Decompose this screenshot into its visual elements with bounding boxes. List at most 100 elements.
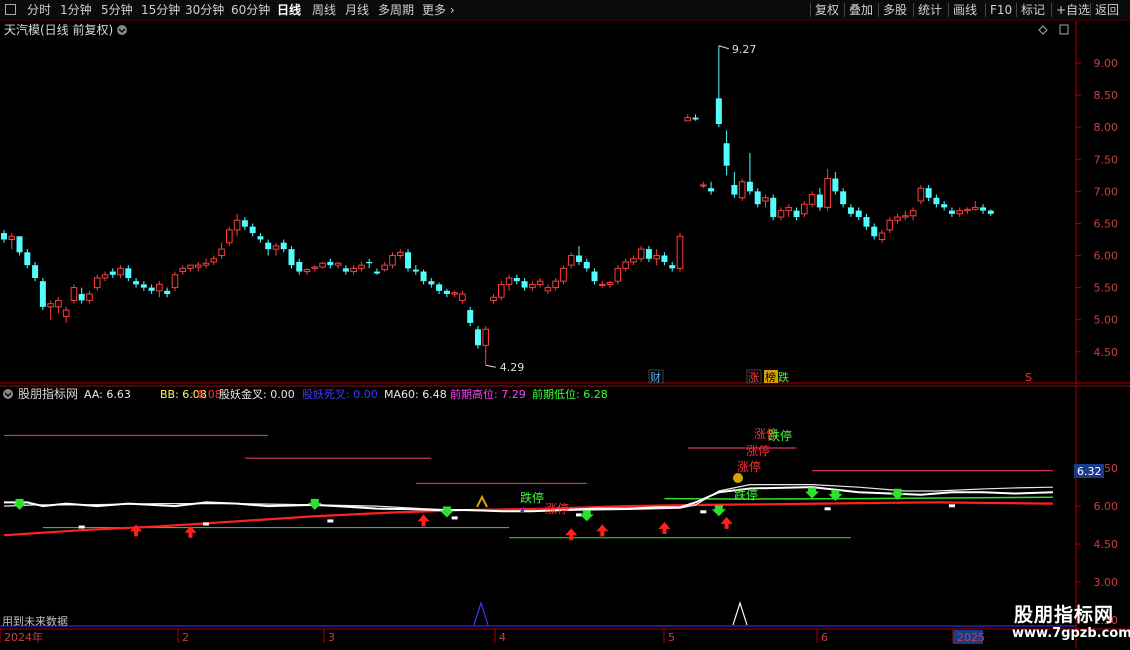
window-menu-icon[interactable] <box>5 4 16 15</box>
candle <box>366 261 373 264</box>
candle <box>591 271 598 282</box>
candle <box>723 143 730 166</box>
candle <box>676 235 684 269</box>
period-2[interactable]: 5分钟 <box>101 2 133 18</box>
candle <box>513 277 520 282</box>
candle <box>980 207 987 211</box>
ma-marker <box>78 525 85 529</box>
toolbar-btn-0[interactable]: 复权 <box>815 2 839 18</box>
time-label-1: 2 <box>182 631 189 644</box>
toolbar-btn-4[interactable]: 画线 <box>953 2 977 18</box>
candle <box>536 280 544 285</box>
candle <box>171 274 179 289</box>
toolbar-separator <box>810 3 811 17</box>
candle <box>762 197 769 202</box>
toolbar-separator <box>985 3 986 17</box>
candle <box>187 264 194 269</box>
price-tick-label: 4.50 <box>1094 346 1119 359</box>
toolbar-btn-6[interactable]: 标记 <box>1021 2 1045 18</box>
period-1[interactable]: 1分钟 <box>60 2 92 18</box>
legend-item-4: 股妖死叉: 0.00 <box>302 387 378 401</box>
candle <box>482 328 490 346</box>
candle <box>257 236 264 240</box>
candle <box>770 197 777 218</box>
candle <box>816 194 823 208</box>
candle <box>855 210 862 218</box>
candle <box>575 255 582 262</box>
candle <box>389 255 396 266</box>
chart-bg <box>0 21 1130 384</box>
candle <box>233 219 241 231</box>
toolbar-btn-8[interactable]: 返回 <box>1095 2 1119 18</box>
period-6[interactable]: 日线 <box>277 2 301 18</box>
price-tick-label: 6.00 <box>1094 250 1119 263</box>
toolbar-btn-1[interactable]: 叠加 <box>849 2 873 18</box>
ind-tick-label: 6.00 <box>1094 500 1119 513</box>
limit-up-label-3: 涨停 <box>737 459 761 474</box>
candle <box>529 283 536 289</box>
price-tick-label: 8.50 <box>1094 89 1119 102</box>
candle <box>16 236 23 253</box>
time-label-4: 5 <box>668 631 675 644</box>
candle <box>505 277 513 285</box>
candle <box>567 255 575 266</box>
candle <box>436 284 443 291</box>
toolbar-btn-2[interactable]: 多股 <box>883 2 907 18</box>
price-tick-label: 6.50 <box>1094 217 1119 230</box>
candle <box>801 203 808 215</box>
period-9[interactable]: 多周期 <box>378 2 414 18</box>
candle <box>902 215 909 218</box>
toolbar-separator <box>1051 3 1052 17</box>
candle <box>871 226 878 237</box>
time-label-0: 2024年 <box>4 630 43 644</box>
event-bang: 榜 <box>765 370 776 384</box>
candle <box>785 206 793 212</box>
period-5[interactable]: 60分钟 <box>231 2 270 18</box>
period-7[interactable]: 周线 <box>312 2 336 18</box>
candle <box>754 191 761 205</box>
candle <box>272 245 280 250</box>
candle <box>194 264 202 268</box>
candle <box>288 249 295 266</box>
candle <box>614 267 622 282</box>
toolbar-btn-3[interactable]: 统计 <box>918 2 942 18</box>
toolbar-separator <box>878 3 879 17</box>
candle <box>840 191 847 205</box>
candle <box>746 181 753 192</box>
event-cai: 财 <box>650 370 661 384</box>
candle <box>917 187 925 202</box>
candle <box>303 269 311 273</box>
candle <box>78 294 85 301</box>
period-8[interactable]: 月线 <box>345 2 369 18</box>
candle <box>210 258 218 263</box>
candle <box>700 184 707 187</box>
period-0[interactable]: 分时 <box>27 2 51 18</box>
toolbar-btn-7[interactable]: +自选 <box>1056 2 1090 18</box>
candle <box>396 251 404 257</box>
candle <box>583 261 590 269</box>
candle <box>296 261 303 272</box>
candle <box>381 264 389 271</box>
candle <box>241 220 248 227</box>
candle <box>971 206 979 210</box>
candle <box>653 255 660 260</box>
dropdown-icon[interactable] <box>117 25 127 35</box>
indicator-name: 股朋指标网 <box>18 386 78 401</box>
candle <box>467 310 474 323</box>
candle <box>708 188 715 192</box>
candle <box>311 266 319 269</box>
ma-marker <box>700 510 707 514</box>
candle <box>202 262 210 266</box>
period-3[interactable]: 15分钟 <box>141 2 180 18</box>
period-4[interactable]: 30分钟 <box>185 2 224 18</box>
legend-item-3: 股妖金叉: 0.00 <box>219 387 295 401</box>
candle <box>133 281 140 285</box>
time-label-3: 4 <box>499 631 506 644</box>
candle <box>156 283 163 292</box>
time-label-2: 3 <box>328 631 335 644</box>
time-label-6: 2025 <box>957 631 985 644</box>
toolbar-btn-5[interactable]: F10 <box>990 2 1012 18</box>
period-10[interactable]: 更多 › <box>422 2 455 18</box>
candle <box>265 242 272 250</box>
indicator-menu-icon[interactable] <box>3 389 13 399</box>
